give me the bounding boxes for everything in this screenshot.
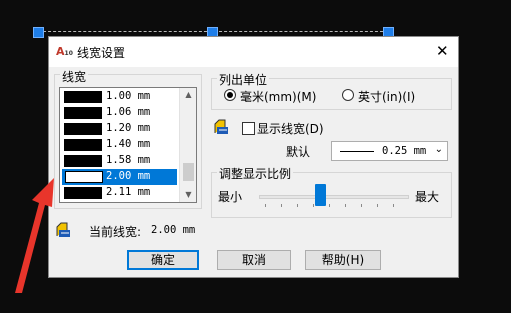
current-lineweight-value: 2.00 mm xyxy=(151,224,196,236)
current-lineweight-label: 当前线宽: xyxy=(89,225,142,239)
lineweight-swatch xyxy=(64,91,102,103)
help-button[interactable]: 帮助(H) xyxy=(305,250,381,270)
list-item-label: 1.06 mm xyxy=(106,106,151,118)
lineweight-swatch xyxy=(64,107,102,119)
autocad-app-icon: A10 xyxy=(56,45,73,58)
scale-slider-track[interactable] xyxy=(259,195,409,199)
lineweight-swatch xyxy=(64,155,102,167)
lineweight-swatch xyxy=(64,187,102,199)
slider-tick xyxy=(377,204,378,207)
scroll-down-icon[interactable]: ▼ xyxy=(180,188,196,202)
default-label: 默认 xyxy=(286,145,311,159)
slider-tick xyxy=(393,204,394,207)
list-item[interactable]: 1.58 mm xyxy=(62,153,177,169)
annotation-arrow-icon xyxy=(15,178,54,293)
slider-tick xyxy=(361,204,362,207)
scale-min-label: 最小 xyxy=(218,190,243,204)
grip-left[interactable] xyxy=(33,27,44,38)
list-item[interactable]: 1.40 mm xyxy=(62,137,177,153)
lineweight-swatch xyxy=(64,123,102,135)
list-item-selected[interactable]: 2.00 mm xyxy=(62,169,177,185)
lineweight-preview-line xyxy=(340,151,374,152)
list-item-label: 1.58 mm xyxy=(106,154,151,166)
default-lineweight-value: 0.25 mm xyxy=(382,145,427,157)
default-lineweight-select[interactable]: 0.25 mm ⌄ xyxy=(331,141,448,161)
slider-tick xyxy=(297,204,298,207)
lineweights-legend: 线宽 xyxy=(60,68,89,85)
dialog-title: 线宽设置 xyxy=(77,46,126,60)
title-bar: A10 线宽设置 ✕ xyxy=(49,37,458,67)
slider-tick xyxy=(313,204,314,207)
scroll-up-icon[interactable]: ▲ xyxy=(180,88,196,102)
mm-radio-label[interactable]: 毫米(mm)(M) xyxy=(240,88,316,105)
list-item-label: 2.00 mm xyxy=(106,170,151,182)
lineweight-tool-icon xyxy=(213,118,230,135)
slider-tick xyxy=(345,204,346,207)
list-item-label: 1.40 mm xyxy=(106,138,151,150)
ok-button[interactable]: 确定 xyxy=(127,250,199,270)
lineweight-list[interactable]: 1.00 mm 1.06 mm 1.20 mm 1.40 mm 1.58 mm … xyxy=(59,87,197,203)
mm-radio[interactable] xyxy=(224,89,236,101)
scale-legend: 调整显示比例 xyxy=(217,165,294,182)
slider-tick xyxy=(281,204,282,207)
list-item[interactable]: 1.20 mm xyxy=(62,121,177,137)
cancel-button[interactable]: 取消 xyxy=(217,250,291,270)
list-item-label: 1.20 mm xyxy=(106,122,151,134)
list-item[interactable]: 2.11 mm xyxy=(62,185,177,201)
lineweight-settings-dialog: A10 线宽设置 ✕ 线宽 1.00 mm 1.06 mm 1.20 mm 1.… xyxy=(48,36,459,278)
list-item-label: 1.00 mm xyxy=(106,90,151,102)
list-scrollbar[interactable]: ▲ ▼ xyxy=(179,88,196,202)
units-legend: 列出单位 xyxy=(217,71,270,88)
inch-radio[interactable] xyxy=(342,89,354,101)
chevron-down-icon: ⌄ xyxy=(434,144,443,155)
scale-max-label: 最大 xyxy=(415,190,440,204)
close-icon[interactable]: ✕ xyxy=(436,42,449,60)
inch-radio-label[interactable]: 英寸(in)(I) xyxy=(358,88,415,105)
slider-tick xyxy=(265,204,266,207)
list-item-label: 2.11 mm xyxy=(106,186,151,198)
display-lineweight-label[interactable]: 显示线宽(D) xyxy=(257,120,324,137)
scroll-thumb[interactable] xyxy=(183,163,194,181)
slider-tick xyxy=(329,204,330,207)
list-item[interactable]: 1.06 mm xyxy=(62,105,177,121)
lineweight-swatch xyxy=(65,171,103,183)
list-item[interactable]: 1.00 mm xyxy=(62,89,177,105)
lineweight-swatch xyxy=(64,139,102,151)
scale-slider-thumb[interactable] xyxy=(315,184,326,206)
display-lineweight-checkbox[interactable] xyxy=(242,122,255,135)
